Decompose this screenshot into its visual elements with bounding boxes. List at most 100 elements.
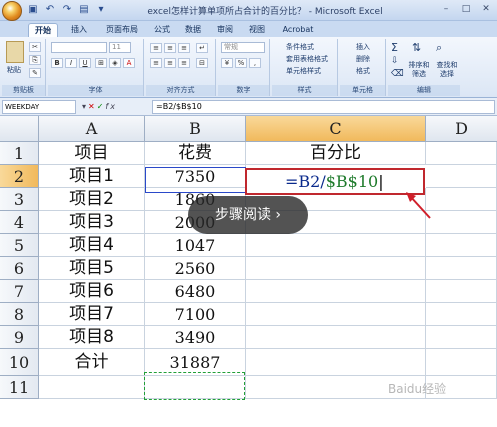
cell-a4[interactable]: 项目3 xyxy=(39,211,145,234)
cell-c8[interactable] xyxy=(246,303,426,326)
row-header-1[interactable]: 1 xyxy=(0,142,39,165)
cell-c5[interactable] xyxy=(246,234,426,257)
cell-a10[interactable]: 合计 xyxy=(39,349,145,376)
merge-cells-icon[interactable]: ⊟ xyxy=(196,58,208,68)
cut-icon[interactable]: ✂ xyxy=(29,42,41,52)
italic-icon[interactable]: I xyxy=(65,58,77,68)
sort-filter-button[interactable]: 排序和筛选 xyxy=(406,61,432,79)
paste-button[interactable]: 粘贴 xyxy=(7,65,21,75)
save-icon[interactable]: ▣ xyxy=(26,3,40,17)
dropdown-icon[interactable]: ▾ xyxy=(94,3,108,17)
tab-view[interactable]: 视图 xyxy=(244,23,270,37)
find-select-button[interactable]: 查找和选择 xyxy=(434,61,460,79)
formula-input[interactable]: =B2/$B$10 xyxy=(152,100,495,114)
conditional-format-button[interactable]: 条件格式 xyxy=(286,42,314,52)
align-right-icon[interactable]: ≡ xyxy=(178,58,190,68)
maximize-icon[interactable]: □ xyxy=(457,2,475,17)
row-header-8[interactable]: 8 xyxy=(0,303,39,326)
clear-icon[interactable]: ⌫ xyxy=(391,69,404,79)
comma-icon[interactable]: , xyxy=(249,58,261,68)
delete-cells-button[interactable]: 删除 xyxy=(356,54,370,64)
cell-c6[interactable] xyxy=(246,257,426,280)
fill-icon[interactable]: ⇩ xyxy=(391,56,399,66)
percent-icon[interactable]: % xyxy=(235,58,247,68)
format-painter-icon[interactable]: ✎ xyxy=(29,68,41,78)
paste-icon[interactable] xyxy=(6,41,24,63)
find-icon[interactable]: ⌕ xyxy=(436,41,442,55)
cell-d8[interactable] xyxy=(426,303,497,326)
format-as-table-button[interactable]: 套用表格格式 xyxy=(286,54,328,64)
row-header-11[interactable]: 11 xyxy=(0,376,39,399)
cell-b9[interactable]: 3490 xyxy=(145,326,246,349)
number-format-combo[interactable]: 常规 xyxy=(221,42,265,53)
format-cells-button[interactable]: 格式 xyxy=(356,66,370,76)
insert-function-icon[interactable]: fx xyxy=(105,102,117,111)
font-size-combo[interactable]: 11 xyxy=(109,42,131,53)
cell-a7[interactable]: 项目6 xyxy=(39,280,145,303)
copy-icon[interactable]: ⎘ xyxy=(29,55,41,65)
tab-page-layout[interactable]: 页面布局 xyxy=(100,23,144,37)
cell-c1[interactable]: 百分比 xyxy=(246,142,426,165)
align-middle-icon[interactable]: ≡ xyxy=(164,43,176,53)
font-name-combo[interactable] xyxy=(51,42,107,53)
cell-a2[interactable]: 项目1 xyxy=(39,165,145,188)
cell-a5[interactable]: 项目4 xyxy=(39,234,145,257)
cell-c10[interactable] xyxy=(246,349,426,376)
cell-a3[interactable]: 项目2 xyxy=(39,188,145,211)
column-header-a[interactable]: A xyxy=(39,116,145,142)
align-bottom-icon[interactable]: ≡ xyxy=(178,43,190,53)
tab-formulas[interactable]: 公式 xyxy=(150,23,174,37)
cell-a1[interactable]: 项目 xyxy=(39,142,145,165)
undo-icon[interactable]: ↶ xyxy=(43,3,57,17)
step-reading-button[interactable]: 步骤阅读 › xyxy=(188,196,308,234)
column-header-c[interactable]: C xyxy=(246,116,426,142)
cell-d9[interactable] xyxy=(426,326,497,349)
row-header-6[interactable]: 6 xyxy=(0,257,39,280)
currency-icon[interactable]: ¥ xyxy=(221,58,233,68)
cell-d10[interactable] xyxy=(426,349,497,376)
tab-home[interactable]: 开始 xyxy=(28,23,58,37)
cell-a6[interactable]: 项目5 xyxy=(39,257,145,280)
cell-b6[interactable]: 2560 xyxy=(145,257,246,280)
cell-b5[interactable]: 1047 xyxy=(145,234,246,257)
column-header-b[interactable]: B xyxy=(145,116,246,142)
cell-d7[interactable] xyxy=(426,280,497,303)
fill-color-icon[interactable]: ◈ xyxy=(109,58,121,68)
border-icon[interactable]: ⊞ xyxy=(95,58,107,68)
align-top-icon[interactable]: ≡ xyxy=(150,43,162,53)
cell-a9[interactable]: 项目8 xyxy=(39,326,145,349)
insert-cells-button[interactable]: 插入 xyxy=(356,42,370,52)
font-color-icon[interactable]: A xyxy=(123,58,135,68)
autosum-icon[interactable]: Σ xyxy=(391,41,398,54)
cell-styles-button[interactable]: 单元格样式 xyxy=(286,66,321,76)
cell-d6[interactable] xyxy=(426,257,497,280)
tab-review[interactable]: 审阅 xyxy=(212,23,238,37)
cell-d5[interactable] xyxy=(426,234,497,257)
cell-a8[interactable]: 项目7 xyxy=(39,303,145,326)
cell-c2-editing[interactable]: =B2/$B$10| xyxy=(245,168,425,195)
cell-d2[interactable] xyxy=(426,165,497,188)
row-header-3[interactable]: 3 xyxy=(0,188,39,211)
close-icon[interactable]: ✕ xyxy=(477,2,495,17)
redo-icon[interactable]: ↷ xyxy=(60,3,74,17)
row-header-9[interactable]: 9 xyxy=(0,326,39,349)
open-folder-icon[interactable]: ▤ xyxy=(77,3,91,17)
row-header-7[interactable]: 7 xyxy=(0,280,39,303)
row-header-4[interactable]: 4 xyxy=(0,211,39,234)
row-header-5[interactable]: 5 xyxy=(0,234,39,257)
cell-a11[interactable] xyxy=(39,376,145,399)
column-header-d[interactable]: D xyxy=(426,116,497,142)
cell-c7[interactable] xyxy=(246,280,426,303)
select-all-corner[interactable] xyxy=(0,116,39,142)
sort-filter-icon[interactable]: ⇅ xyxy=(412,41,421,54)
cell-c9[interactable] xyxy=(246,326,426,349)
tab-acrobat[interactable]: Acrobat xyxy=(278,23,318,37)
minimize-icon[interactable]: – xyxy=(437,2,455,17)
row-header-10[interactable]: 10 xyxy=(0,349,39,376)
wrap-text-icon[interactable]: ↵ xyxy=(196,43,208,53)
cell-b8[interactable]: 7100 xyxy=(145,303,246,326)
row-header-2[interactable]: 2 xyxy=(0,165,39,188)
cell-d1[interactable] xyxy=(426,142,497,165)
tab-insert[interactable]: 插入 xyxy=(66,23,92,37)
align-center-icon[interactable]: ≡ xyxy=(164,58,176,68)
